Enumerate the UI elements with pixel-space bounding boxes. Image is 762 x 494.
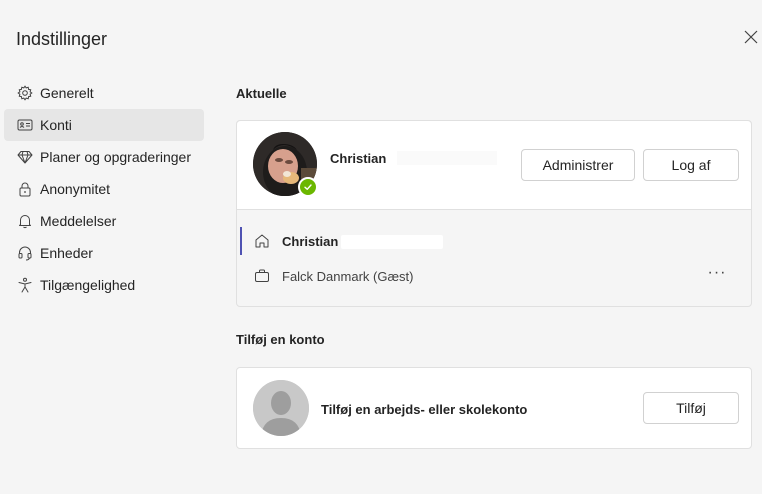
add-account-button[interactable]: Tilføj [643, 392, 739, 424]
add-account-heading: Tilføj en konto [236, 332, 325, 347]
more-options-button[interactable]: ··· [707, 265, 727, 286]
sidebar-item-enheder[interactable]: Enheder [4, 237, 204, 269]
account-name: Christian [330, 151, 387, 166]
close-button[interactable] [744, 30, 760, 46]
sidebar-nav: Generelt Konti Planer og opgraderinger A… [4, 77, 204, 301]
tenant-item-guest[interactable]: Falck Danmark (Gæst) ··· [237, 258, 751, 294]
accessibility-icon [16, 276, 34, 294]
sidebar-item-konti[interactable]: Konti [4, 109, 204, 141]
sign-out-button[interactable]: Log af [643, 149, 739, 181]
account-header: Christian Administrer Log af [237, 121, 751, 210]
sidebar-item-label: Anonymitet [40, 181, 111, 197]
add-account-card: Tilføj en arbejds- eller skolekonto Tilf… [236, 367, 752, 449]
sidebar-item-label: Planer og opgraderinger [40, 149, 191, 165]
manage-button[interactable]: Administrer [521, 149, 635, 181]
sidebar-item-tilgaengelighed[interactable]: Tilgængelighed [4, 269, 204, 301]
briefcase-icon [255, 269, 269, 282]
sidebar-item-meddelelser[interactable]: Meddelelser [4, 205, 204, 237]
sidebar-item-label: Generelt [40, 85, 94, 101]
diamond-icon [16, 148, 34, 166]
checkmark-icon [304, 184, 312, 190]
tenant-label: Falck Danmark (Gæst) [282, 268, 414, 284]
sidebar-item-label: Meddelelser [40, 213, 117, 229]
lock-icon [16, 180, 34, 198]
sidebar-item-label: Konti [40, 117, 72, 133]
sidebar-item-label: Enheder [40, 245, 93, 261]
current-section-heading: Aktuelle [236, 86, 287, 101]
redacted-email [397, 151, 497, 165]
current-account-card: Christian Administrer Log af Christian F… [236, 120, 752, 307]
headset-icon [16, 244, 34, 262]
home-icon [255, 234, 269, 248]
page-title: Indstillinger [16, 29, 108, 49]
id-card-icon [16, 116, 34, 134]
default-avatar [253, 380, 309, 436]
sidebar-item-label: Tilgængelighed [40, 277, 136, 293]
gear-icon [16, 84, 34, 102]
status-available-badge [298, 177, 318, 197]
close-icon [744, 30, 758, 44]
bell-icon [16, 212, 34, 230]
selected-indicator [240, 227, 242, 255]
add-account-text: Tilføj en arbejds- eller skolekonto [321, 402, 528, 417]
sidebar-item-generelt[interactable]: Generelt [4, 77, 204, 109]
tenant-item-home[interactable]: Christian [237, 223, 751, 259]
tenant-label: Christian [282, 233, 339, 249]
sidebar-item-anonymitet[interactable]: Anonymitet [4, 173, 204, 205]
redacted-tenant-detail [341, 235, 443, 249]
sidebar-item-planer[interactable]: Planer og opgraderinger [4, 141, 204, 173]
